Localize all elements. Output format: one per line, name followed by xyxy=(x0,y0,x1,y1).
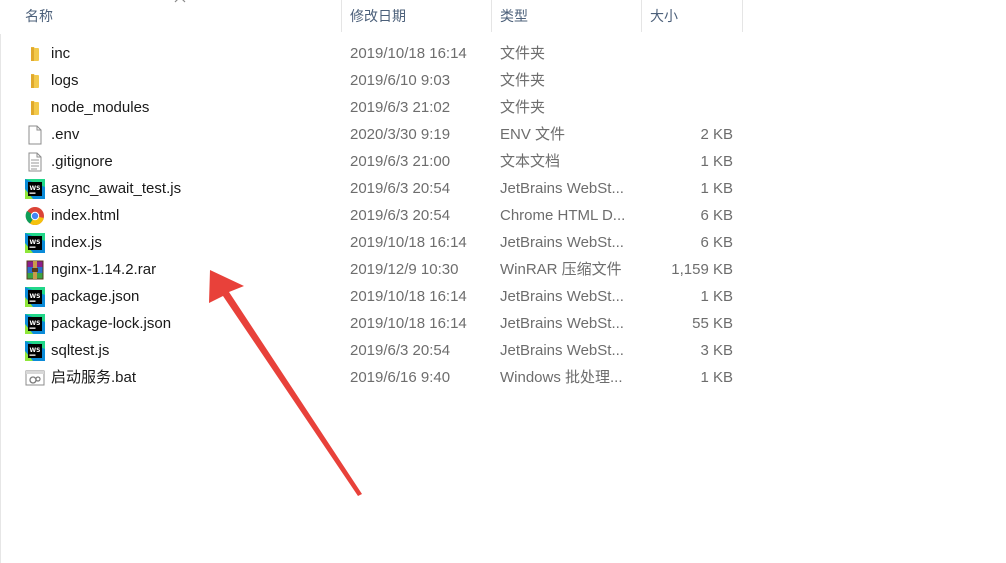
column-header-modified[interactable]: 修改日期 xyxy=(342,0,492,34)
file-size xyxy=(643,67,733,94)
file-name: index.html xyxy=(51,207,120,224)
folder-icon xyxy=(25,71,45,91)
file-type: 文件夹 xyxy=(500,99,546,116)
file-modified-date: 2019/6/3 20:54 xyxy=(350,342,451,359)
file-name: index.js xyxy=(51,234,102,251)
webstorm-icon: WS xyxy=(25,314,45,334)
file-name: async_await_test.js xyxy=(51,180,182,197)
file-row[interactable]: WS package.json 2019/10/18 16:14 JetBrains … xyxy=(0,283,743,310)
file-name: 启动服务.bat xyxy=(51,369,137,386)
file-type: Chrome HTML D... xyxy=(500,207,626,224)
file-type: JetBrains WebSt... xyxy=(500,315,624,332)
file-row[interactable]: inc 2019/10/18 16:14 文件夹 xyxy=(0,40,743,67)
file-size xyxy=(643,40,733,67)
file-row[interactable]: index.html 2019/6/3 20:54 Chrome HTML D...… xyxy=(0,202,743,229)
file-row[interactable]: 启动服务.bat 2019/6/16 9:40 Windows 批处理... 1 KB xyxy=(0,364,743,391)
winrar-icon xyxy=(25,260,45,280)
file-size: 3 KB xyxy=(700,342,733,359)
webstorm-icon: WS xyxy=(25,179,45,199)
file-name: logs xyxy=(51,72,79,89)
batch-file-icon xyxy=(25,368,45,388)
file-type: ENV 文件 xyxy=(500,126,566,143)
file-type: JetBrains WebSt... xyxy=(500,342,624,359)
sort-ascending-icon xyxy=(174,0,186,3)
file-size: 1,159 KB xyxy=(671,261,733,278)
svg-text:WS: WS xyxy=(30,239,41,246)
file-row[interactable]: node_modules 2019/6/3 21:02 文件夹 xyxy=(0,94,743,121)
file-size: 1 KB xyxy=(700,369,733,386)
svg-text:WS: WS xyxy=(30,293,41,300)
text-file-icon xyxy=(25,152,45,172)
file-row[interactable]: WS index.js 2019/10/18 16:14 JetBrains WebS… xyxy=(0,229,743,256)
file-row[interactable]: .gitignore 2019/6/3 21:00 文本文档 1 KB xyxy=(0,148,743,175)
file-size: 2 KB xyxy=(700,126,733,143)
file-row[interactable]: WS async_await_test.js 2019/6/3 20:54 JetBr… xyxy=(0,175,743,202)
file-modified-date: 2020/3/30 9:19 xyxy=(350,126,451,143)
file-row[interactable]: logs 2019/6/10 9:03 文件夹 xyxy=(0,67,743,94)
file-modified-date: 2019/6/3 21:00 xyxy=(350,153,451,170)
file-list: inc 2019/10/18 16:14 文件夹 logs 2019/6/10 9:03… xyxy=(0,40,743,391)
file-size: 55 KB xyxy=(692,315,733,332)
file-name: .env xyxy=(51,126,80,143)
blank-file-icon xyxy=(25,125,45,145)
webstorm-icon: WS xyxy=(25,233,45,253)
column-header-name-label: 名称 xyxy=(25,8,53,24)
file-type: 文件夹 xyxy=(500,45,546,62)
file-name: node_modules xyxy=(51,99,150,116)
column-header-type-label: 类型 xyxy=(500,8,528,24)
file-row[interactable]: .env 2020/3/30 9:19 ENV 文件 2 KB xyxy=(0,121,743,148)
file-row[interactable]: nginx-1.14.2.rar 2019/12/9 10:30 WinRAR 压缩… xyxy=(0,256,743,283)
file-modified-date: 2019/10/18 16:14 xyxy=(350,288,467,305)
column-header-size-label: 大小 xyxy=(650,8,678,24)
file-name: package.json xyxy=(51,288,140,305)
file-name: inc xyxy=(51,45,71,62)
file-name: package-lock.json xyxy=(51,315,172,332)
file-type: JetBrains WebSt... xyxy=(500,234,624,251)
file-modified-date: 2019/6/3 21:02 xyxy=(350,99,451,116)
svg-text:WS: WS xyxy=(30,320,41,327)
file-size: 6 KB xyxy=(700,234,733,251)
folder-icon xyxy=(25,44,45,64)
file-size: 1 KB xyxy=(700,180,733,197)
file-type: 文本文档 xyxy=(500,153,561,170)
file-row[interactable]: WS package-lock.json 2019/10/18 16:14 JetBr… xyxy=(0,310,743,337)
column-header-bar: 名称 修改日期 类型 大小 xyxy=(0,0,743,34)
file-modified-date: 2019/10/18 16:14 xyxy=(350,315,467,332)
file-name: sqltest.js xyxy=(51,342,110,359)
file-size xyxy=(643,94,733,121)
svg-text:WS: WS xyxy=(30,185,41,192)
file-row[interactable]: WS sqltest.js 2019/6/3 20:54 JetBrains WebS… xyxy=(0,337,743,364)
column-header-size[interactable]: 大小 xyxy=(642,0,743,34)
file-size: 1 KB xyxy=(700,153,733,170)
folder-icon xyxy=(25,98,45,118)
svg-text:WS: WS xyxy=(30,347,41,354)
column-header-modified-label: 修改日期 xyxy=(350,8,406,24)
webstorm-icon: WS xyxy=(25,287,45,307)
file-modified-date: 2019/6/3 20:54 xyxy=(350,180,451,197)
file-modified-date: 2019/6/16 9:40 xyxy=(350,369,451,386)
file-size: 1 KB xyxy=(700,288,733,305)
file-size: 6 KB xyxy=(700,207,733,224)
webstorm-icon: WS xyxy=(25,341,45,361)
column-header-name[interactable]: 名称 xyxy=(0,0,342,34)
column-header-type[interactable]: 类型 xyxy=(492,0,642,34)
column-separator[interactable] xyxy=(742,0,743,32)
file-type: 文件夹 xyxy=(500,72,546,89)
file-name: nginx-1.14.2.rar xyxy=(51,261,157,278)
file-type: JetBrains WebSt... xyxy=(500,180,624,197)
file-name: .gitignore xyxy=(51,153,113,170)
file-modified-date: 2019/10/18 16:14 xyxy=(350,234,467,251)
file-type: JetBrains WebSt... xyxy=(500,288,624,305)
file-type: WinRAR 压缩文件 xyxy=(500,261,622,278)
file-modified-date: 2019/6/10 9:03 xyxy=(350,72,451,89)
chrome-icon xyxy=(25,206,45,226)
file-type: Windows 批处理... xyxy=(500,369,623,386)
file-modified-date: 2019/12/9 10:30 xyxy=(350,261,459,278)
file-modified-date: 2019/6/3 20:54 xyxy=(350,207,451,224)
file-modified-date: 2019/10/18 16:14 xyxy=(350,45,467,62)
